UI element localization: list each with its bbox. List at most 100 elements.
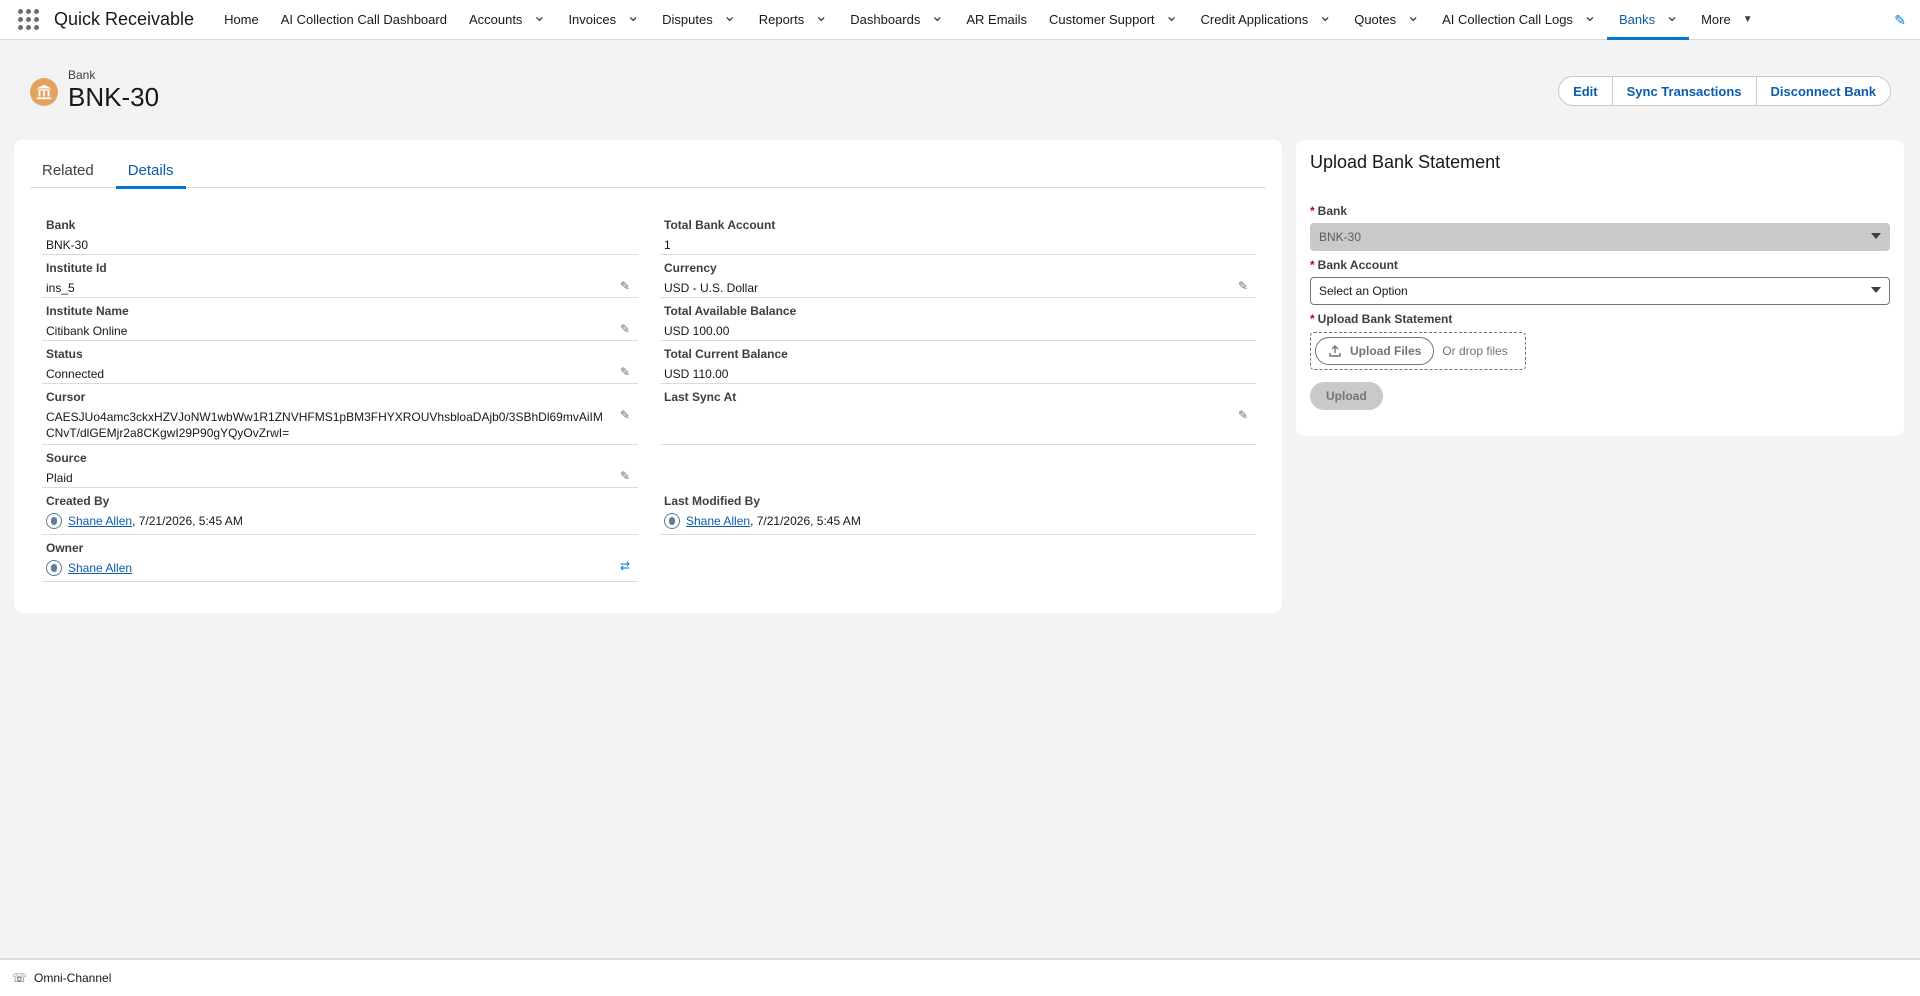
field-institute-name: Institute Name Citibank Online ✎ <box>42 298 638 341</box>
pencil-icon[interactable]: ✎ <box>1238 279 1252 293</box>
field-status: Status Connected ✎ <box>42 341 638 384</box>
field-label: Status <box>46 347 83 361</box>
disconnect-bank-button[interactable]: Disconnect Bank <box>1755 76 1891 106</box>
field-label: Owner <box>46 541 84 555</box>
or-drop-files-text: Or drop files <box>1442 344 1508 358</box>
pencil-icon[interactable]: ✎ <box>1238 408 1252 422</box>
nav-item-reports[interactable]: Reports ⌄ <box>747 0 839 40</box>
chevron-down-icon[interactable]: ⌄ <box>723 8 737 24</box>
chevron-down-icon[interactable]: ⌄ <box>1583 8 1597 24</box>
field-label: Total Current Balance <box>664 347 788 361</box>
tab-related[interactable]: Related <box>30 152 106 188</box>
chevron-down-icon <box>1871 287 1881 293</box>
field-value: USD 100.00 <box>664 324 730 338</box>
field-cursor: Cursor CAESJUo4amc3ckxHZVJoNW1wbWw1R1ZNV… <box>42 384 638 445</box>
bank-account-placeholder: Select an Option <box>1319 284 1408 298</box>
chevron-down-icon[interactable]: ⌄ <box>532 8 546 24</box>
nav-item-label: Quotes <box>1354 12 1397 27</box>
field-total-available-balance: Total Available Balance USD 100.00 <box>660 298 1256 341</box>
nav-item-label: Disputes <box>662 12 713 27</box>
nav-item-label: More <box>1701 12 1731 27</box>
nav-item-label: Reports <box>758 12 805 27</box>
chevron-down-icon[interactable]: ⌄ <box>814 8 828 24</box>
pencil-icon[interactable]: ✎ <box>620 322 634 336</box>
field-last-modified-by: Last Modified By Shane Allen, 7/21/2026,… <box>660 488 1256 535</box>
field-label: Last Modified By <box>664 494 761 508</box>
field-label: Last Sync At <box>664 390 737 404</box>
bank-account-select[interactable]: Select an Option <box>1310 277 1890 305</box>
pencil-icon[interactable]: ✎ <box>620 408 634 422</box>
details-left-column: Bank BNK-30 Institute Id ins_5 ✎ Institu… <box>42 212 638 582</box>
nav-item-credit-applications[interactable]: Credit Applications ⌄ <box>1189 0 1343 40</box>
app-name: Quick Receivable <box>54 9 195 29</box>
omni-channel-icon[interactable]: ☏ <box>12 971 27 985</box>
statement-field-label: * Upload Bank Statement <box>1310 312 1453 326</box>
field-value: Shane Allen, 7/21/2026, 5:45 AM <box>664 513 1252 529</box>
field-value: USD - U.S. Dollar <box>664 281 759 295</box>
edit-nav-icon[interactable]: ✎ <box>1894 12 1906 29</box>
field-label: Institute Id <box>46 261 107 275</box>
last-modified-date: , 7/21/2026, 5:45 AM <box>750 514 861 528</box>
file-drop-zone[interactable]: Upload Files Or drop files <box>1310 332 1526 370</box>
global-nav: Quick Receivable Home AI Collection Call … <box>0 0 1920 40</box>
omni-channel-label[interactable]: Omni-Channel <box>34 971 111 985</box>
field-label: Bank <box>46 218 76 232</box>
field-total-bank-account: Total Bank Account 1 <box>660 212 1256 255</box>
field-label: Total Available Balance <box>664 304 797 318</box>
nav-item-ai-collection-call-logs[interactable]: AI Collection Call Logs ⌄ <box>1430 0 1607 40</box>
nav-item-label: Accounts <box>468 12 523 27</box>
field-bank: Bank BNK-30 <box>42 212 638 255</box>
nav-items: Home AI Collection Call Dashboard Accounts… <box>212 0 1690 40</box>
nav-item-disputes[interactable]: Disputes ⌄ <box>650 0 747 40</box>
nav-item-label: Customer Support <box>1049 12 1155 27</box>
nav-item-more[interactable]: More ▼ <box>1689 0 1765 40</box>
nav-item-customer-support[interactable]: Customer Support ⌄ <box>1037 0 1189 40</box>
field-value: Plaid <box>46 471 73 485</box>
chevron-down-icon[interactable]: ⌄ <box>1665 8 1679 24</box>
nav-item-label: Invoices <box>568 12 617 27</box>
change-owner-icon[interactable]: ⇄ <box>620 559 634 573</box>
field-total-current-balance: Total Current Balance USD 110.00 <box>660 341 1256 384</box>
last-modified-user-link[interactable]: Shane Allen <box>686 514 750 528</box>
edit-button[interactable]: Edit <box>1558 76 1613 106</box>
chevron-down-icon[interactable]: ⌄ <box>626 8 640 24</box>
nav-item-ar-emails[interactable]: AR Emails <box>954 0 1037 40</box>
user-avatar-icon <box>664 513 680 529</box>
nav-item-invoices[interactable]: Invoices ⌄ <box>556 0 650 40</box>
chevron-down-icon[interactable]: ⌄ <box>930 8 944 24</box>
caret-down-icon: ▼ <box>1742 14 1753 25</box>
owner-user-link[interactable]: Shane Allen <box>68 561 132 575</box>
bank-select-value: BNK-30 <box>1319 230 1362 244</box>
nav-item-label: Banks <box>1618 12 1656 27</box>
utility-bar: ☏ Omni-Channel <box>0 958 1920 996</box>
nav-item-dashboards[interactable]: Dashboards ⌄ <box>838 0 954 40</box>
pencil-icon[interactable]: ✎ <box>620 279 634 293</box>
field-label: Currency <box>664 261 717 275</box>
field-value: BNK-30 <box>46 238 89 252</box>
pencil-icon[interactable]: ✎ <box>620 365 634 379</box>
nav-item-accounts[interactable]: Accounts ⌄ <box>457 0 556 40</box>
chevron-down-icon[interactable]: ⌄ <box>1406 8 1420 24</box>
bank-account-field-label: * Bank Account <box>1310 258 1398 272</box>
upload-button[interactable]: Upload <box>1310 382 1383 410</box>
tab-details[interactable]: Details <box>115 152 186 189</box>
nav-item-label: Credit Applications <box>1200 12 1309 27</box>
nav-item-ai-collection-call-dashboard[interactable]: AI Collection Call Dashboard <box>269 0 457 40</box>
nav-item-quotes[interactable]: Quotes ⌄ <box>1342 0 1430 40</box>
bank-select: BNK-30 <box>1310 223 1890 251</box>
details-right-column: Total Bank Account 1 Currency USD - U.S.… <box>660 212 1256 535</box>
nav-item-banks[interactable]: Banks ⌄ <box>1606 0 1690 40</box>
chevron-down-icon[interactable]: ⌄ <box>1318 8 1332 24</box>
nav-item-home[interactable]: Home <box>212 0 269 40</box>
field-value: CAESJUo4amc3ckxHZVJoNW1wbWw1R1ZNVHFMS1pB… <box>46 410 603 440</box>
sync-transactions-button[interactable]: Sync Transactions <box>1611 76 1757 106</box>
app-launcher-icon[interactable] <box>18 8 40 31</box>
pencil-icon[interactable]: ✎ <box>620 469 634 483</box>
field-label: Created By <box>46 494 110 508</box>
field-institute-id: Institute Id ins_5 ✎ <box>42 255 638 298</box>
created-by-user-link[interactable]: Shane Allen <box>68 514 132 528</box>
upload-files-button[interactable]: Upload Files <box>1315 337 1435 365</box>
field-label: Total Bank Account <box>664 218 776 232</box>
chevron-down-icon[interactable]: ⌄ <box>1165 8 1179 24</box>
